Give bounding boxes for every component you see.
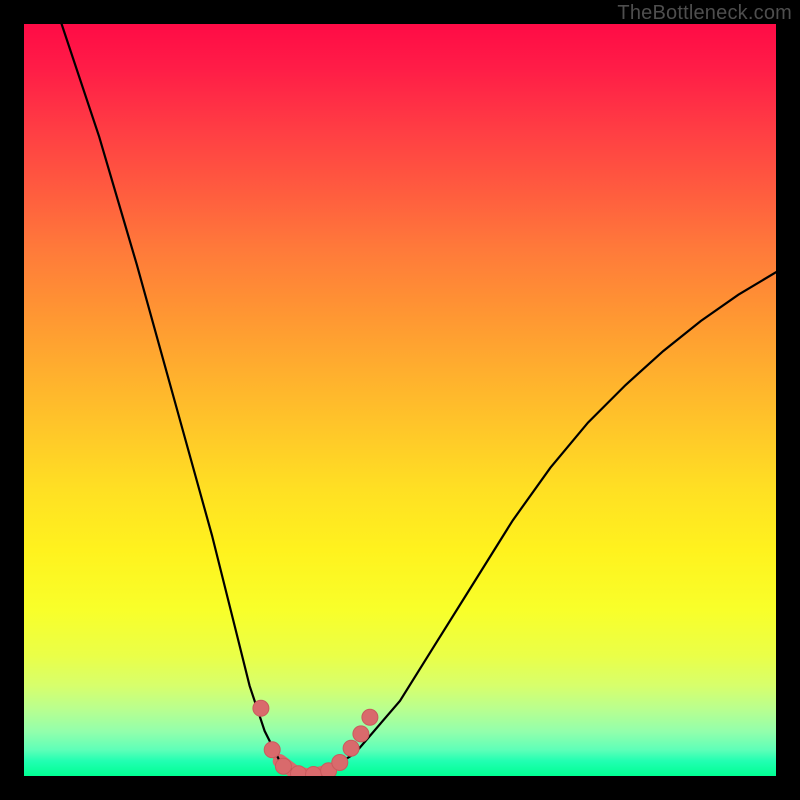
highlight-dot	[253, 700, 269, 716]
watermark-text: TheBottleneck.com	[617, 2, 792, 25]
highlight-dot	[362, 709, 378, 725]
chart-svg	[24, 24, 776, 776]
bottleneck-curve	[62, 24, 776, 776]
outer-frame: TheBottleneck.com	[0, 0, 800, 800]
highlight-dot	[343, 740, 359, 756]
highlight-dots-group	[253, 700, 378, 776]
highlight-dot	[353, 726, 369, 742]
highlight-dot	[275, 758, 291, 774]
highlight-dot	[264, 742, 280, 758]
highlight-dot	[332, 755, 348, 771]
plot-area	[24, 24, 776, 776]
